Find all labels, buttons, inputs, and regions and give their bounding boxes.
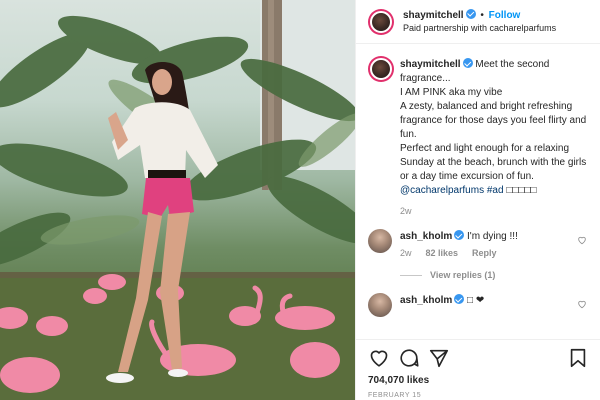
verified-badge-icon: [454, 294, 465, 304]
caption-username[interactable]: shaymitchell: [400, 59, 461, 70]
post-sidebar: shaymitchell • Follow Paid partnership w…: [355, 0, 600, 400]
comment-item: ash_kholm □ ❤: [356, 293, 600, 317]
commenter-username[interactable]: ash_kholm: [400, 231, 452, 242]
view-replies-label: View replies (1): [430, 270, 496, 280]
comment-reply-button[interactable]: Reply: [472, 248, 497, 258]
follow-button[interactable]: Follow: [489, 10, 521, 21]
post-date[interactable]: FEBRUARY 15: [368, 392, 589, 399]
comment-icon[interactable]: [398, 347, 420, 369]
post-header-meta: shaymitchell • Follow Paid partnership w…: [403, 8, 556, 35]
comment-like-heart-icon[interactable]: [577, 235, 587, 245]
comment-timestamp[interactable]: 2w: [400, 248, 412, 258]
author-avatar[interactable]: [368, 8, 394, 35]
commenter-avatar[interactable]: [368, 293, 392, 317]
share-icon[interactable]: [428, 347, 450, 369]
caption-emojis: □□□□□: [506, 185, 537, 196]
instagram-post-view: shaymitchell • Follow Paid partnership w…: [0, 0, 600, 400]
comment-text: I'm dying !!!: [467, 231, 518, 242]
verified-badge-icon: [454, 230, 465, 240]
comment-item: ash_kholm I'm dying !!! 2w 82 likes Repl…: [356, 229, 600, 280]
post-header: shaymitchell • Follow Paid partnership w…: [356, 0, 600, 44]
post-caption: shaymitchell Meet the second fragrance..…: [356, 44, 600, 216]
paid-partnership-label[interactable]: Paid partnership with cacharelparfums: [403, 22, 556, 35]
comment-meta: 2w 82 likes Reply: [400, 248, 589, 258]
comment-like-heart-icon[interactable]: [577, 299, 587, 309]
caption-line-4: Perfect and light enough for a relaxing …: [400, 143, 587, 182]
caption-text: shaymitchell Meet the second fragrance..…: [400, 58, 589, 198]
post-actions: 704,070 likes FEBRUARY 15: [356, 339, 600, 399]
comment-text: □ ❤: [467, 295, 485, 306]
caption-mention-link[interactable]: @cacharelparfums #ad: [400, 185, 504, 196]
comment-likes-count[interactable]: 82 likes: [426, 248, 459, 258]
view-replies-button[interactable]: View replies (1): [400, 270, 589, 280]
caption-line-2: I AM PINK aka my vibe: [400, 87, 503, 98]
caption-author-avatar[interactable]: [368, 56, 394, 82]
header-separator: •: [480, 9, 484, 21]
heart-icon[interactable]: [368, 347, 390, 369]
author-username[interactable]: shaymitchell: [403, 10, 464, 21]
caption-line-3: A zesty, balanced and bright refreshing …: [400, 101, 587, 140]
comments-scroll-area[interactable]: shaymitchell Meet the second fragrance..…: [356, 44, 600, 339]
commenter-username[interactable]: ash_kholm: [400, 295, 452, 306]
bookmark-icon[interactable]: [567, 347, 589, 369]
post-photo[interactable]: [0, 0, 355, 400]
action-icons-row: [368, 346, 589, 370]
caption-timestamp[interactable]: 2w: [400, 206, 589, 216]
view-replies-line: [400, 274, 422, 276]
post-likes-count[interactable]: 704,070 likes: [368, 375, 589, 386]
post-photo-illustration: [0, 0, 355, 400]
commenter-avatar[interactable]: [368, 229, 392, 253]
verified-badge-icon: [462, 58, 473, 68]
verified-badge-icon: [465, 8, 476, 19]
